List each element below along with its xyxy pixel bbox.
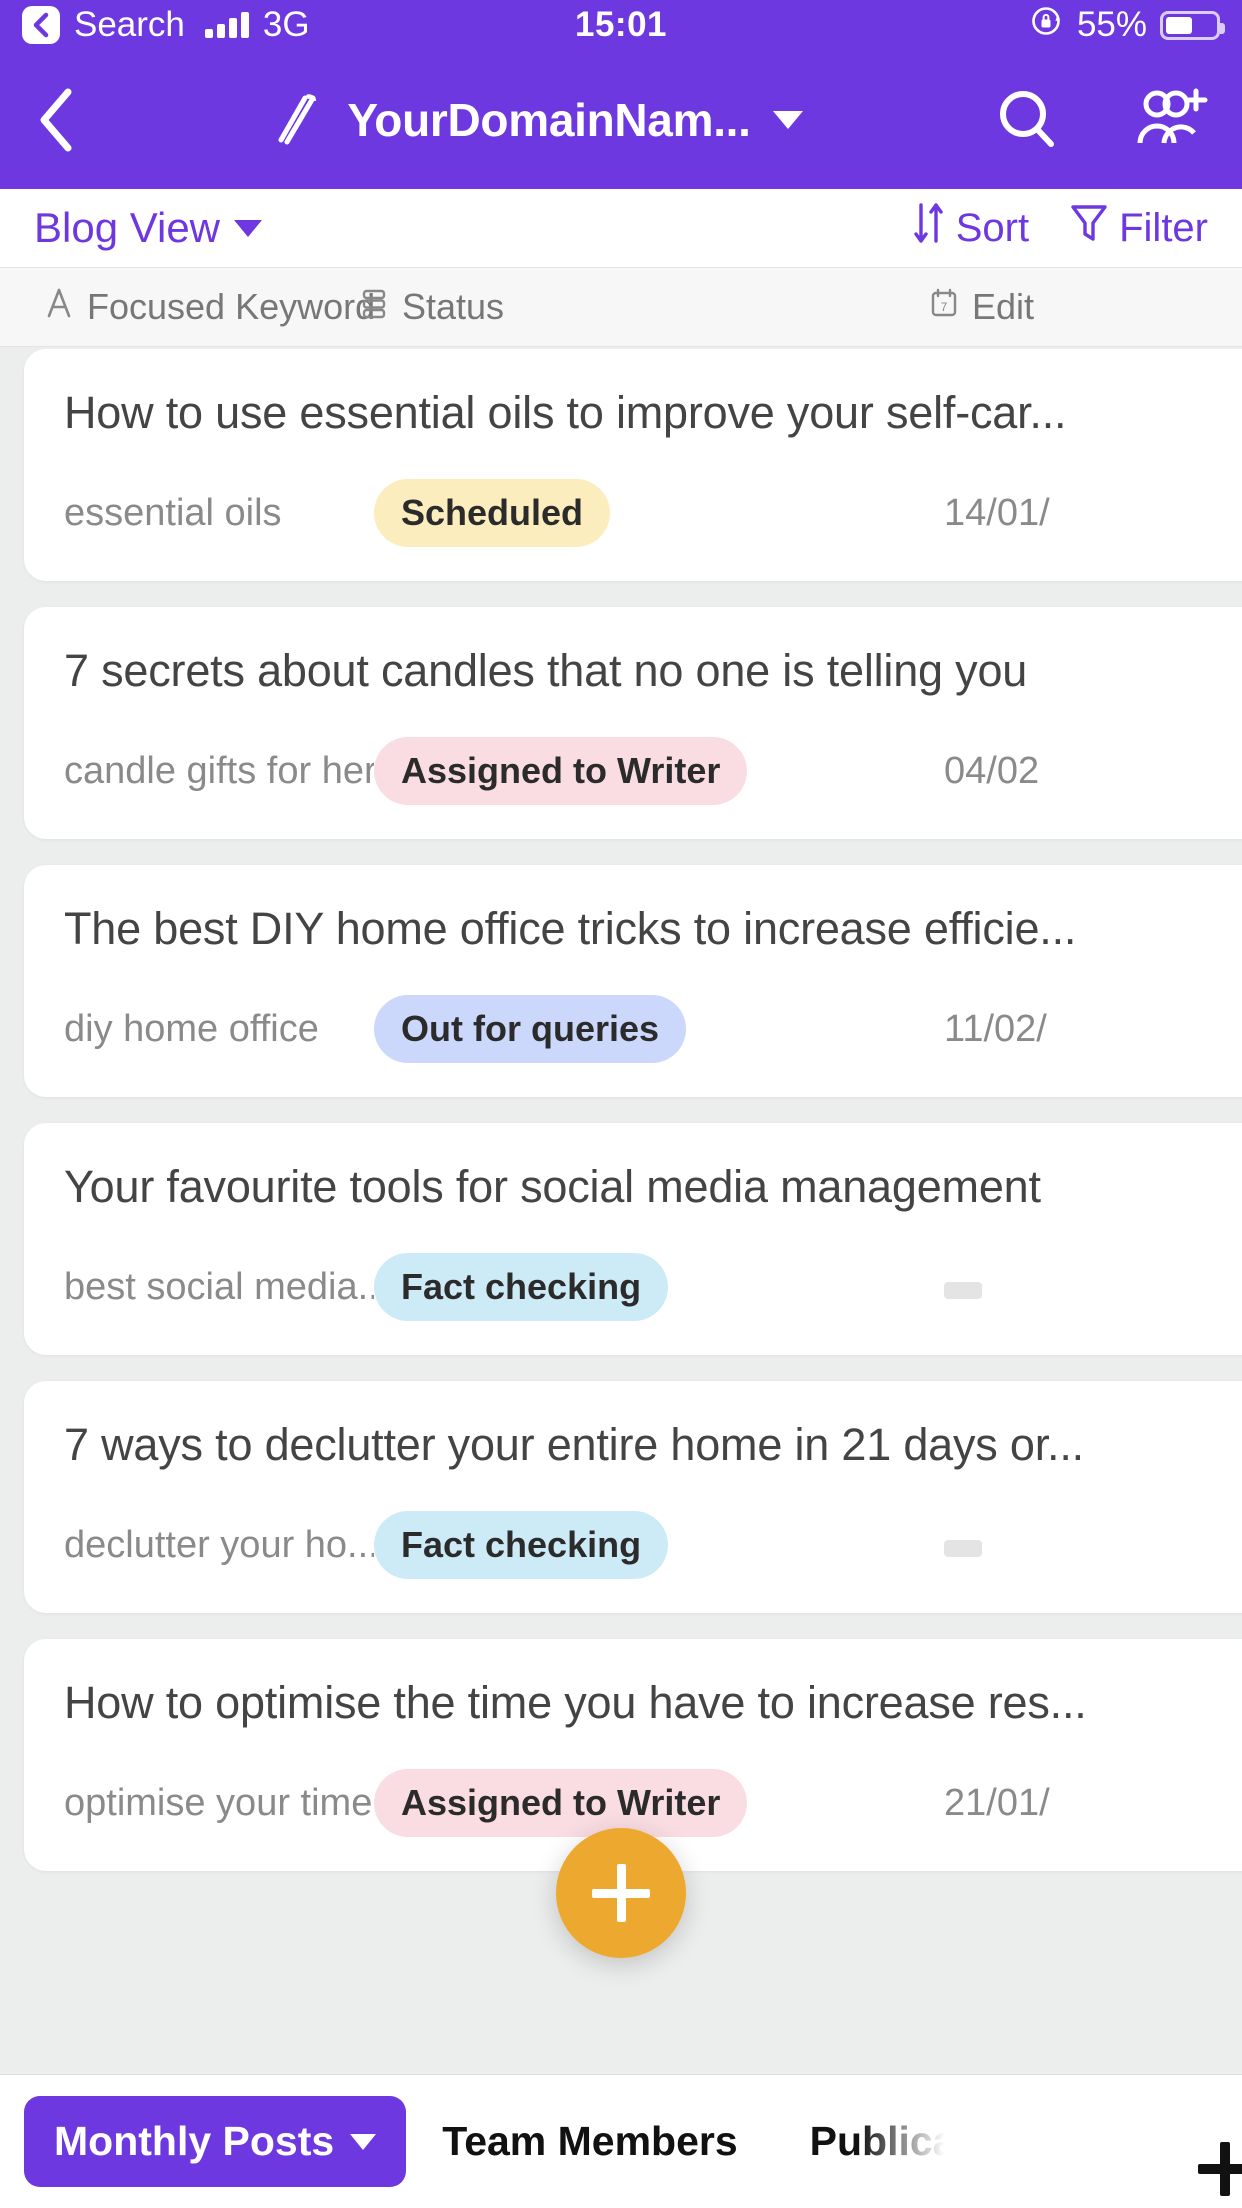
sort-label: Sort bbox=[955, 205, 1030, 250]
status-badge: Out for queries bbox=[374, 995, 687, 1063]
empty-date-placeholder bbox=[944, 1281, 982, 1299]
filter-icon bbox=[1069, 201, 1109, 255]
record-edit-date[interactable] bbox=[944, 1524, 982, 1567]
chevron-down-icon bbox=[234, 219, 263, 237]
record-meta-row: candle gifts for her Assigned to Writer 04… bbox=[64, 737, 1242, 805]
filter-label: Filter bbox=[1119, 205, 1208, 250]
workspace-title-group[interactable]: YourDomainNam... bbox=[80, 92, 996, 148]
tab-publications[interactable]: Publicat bbox=[774, 2118, 970, 2165]
status-bar-left: Search 3G bbox=[22, 5, 310, 45]
sort-button[interactable]: Sort bbox=[912, 201, 1029, 255]
rotation-lock-icon bbox=[1030, 4, 1064, 47]
record-status-cell[interactable]: Fact checking bbox=[374, 1253, 944, 1321]
chevron-down-icon[interactable] bbox=[772, 110, 803, 129]
svg-text:7: 7 bbox=[941, 300, 948, 314]
navigation-bar: YourDomainNam... bbox=[0, 50, 1242, 189]
view-toolbar: Blog View Sort Filter bbox=[0, 189, 1242, 267]
filter-button[interactable]: Filter bbox=[1069, 201, 1208, 255]
status-bar-back-label: Search bbox=[74, 5, 185, 44]
tab-team-members[interactable]: Team Members bbox=[406, 2118, 773, 2165]
select-list-icon bbox=[359, 286, 389, 329]
status-badge: Assigned to Writer bbox=[374, 1769, 748, 1837]
record-status-cell[interactable]: Assigned to Writer bbox=[374, 1769, 944, 1837]
bottom-tab-bar: Monthly Posts Team Members Publicat bbox=[0, 2074, 1242, 2208]
calendar-icon: 7 bbox=[929, 286, 959, 329]
record-card[interactable]: Your favourite tools for social media ma… bbox=[24, 1123, 1242, 1355]
record-meta-row: declutter your ho... Fact checking bbox=[64, 1511, 1242, 1579]
empty-date-placeholder bbox=[944, 1539, 982, 1557]
record-edit-date[interactable]: 11/02/ bbox=[944, 1008, 1047, 1051]
pencil-icon[interactable] bbox=[273, 92, 325, 148]
record-status-cell[interactable]: Assigned to Writer bbox=[374, 737, 944, 805]
tab-label: Publicat bbox=[809, 2118, 970, 2164]
chevron-down-icon bbox=[350, 2133, 377, 2150]
record-status-cell[interactable]: Out for queries bbox=[374, 995, 944, 1063]
record-title: Your favourite tools for social media ma… bbox=[64, 1161, 1041, 1212]
sort-icon bbox=[912, 201, 946, 255]
view-selector[interactable]: Blog View bbox=[34, 204, 263, 252]
record-title: The best DIY home office tricks to incre… bbox=[64, 903, 1077, 954]
chevron-left-icon[interactable] bbox=[22, 6, 60, 44]
record-edit-date[interactable]: 14/01/ bbox=[944, 492, 1050, 535]
record-focused-keyword[interactable]: diy home office bbox=[64, 1008, 374, 1051]
column-header-label: Focused Keyword bbox=[87, 286, 376, 327]
tab-label: Monthly Posts bbox=[54, 2118, 335, 2164]
record-edit-date[interactable]: 04/02 bbox=[944, 750, 1039, 793]
status-bar-battery-percent: 55% bbox=[1076, 5, 1147, 44]
record-card[interactable]: The best DIY home office tricks to incre… bbox=[24, 865, 1242, 1097]
record-focused-keyword[interactable]: best social media... bbox=[64, 1266, 374, 1309]
record-title: 7 ways to declutter your entire home in … bbox=[64, 1419, 1084, 1470]
record-focused-keyword[interactable]: optimise your time bbox=[64, 1782, 374, 1825]
record-meta-row: essential oils Scheduled 14/01/ bbox=[64, 479, 1242, 547]
status-badge: Fact checking bbox=[374, 1511, 669, 1579]
column-header-label: Status bbox=[402, 286, 505, 327]
add-user-icon[interactable] bbox=[1134, 87, 1208, 153]
record-focused-keyword[interactable]: essential oils bbox=[64, 492, 374, 535]
record-card[interactable]: 7 secrets about candles that no one is t… bbox=[24, 607, 1242, 839]
record-list[interactable]: How to use essential oils to improve you… bbox=[0, 349, 1242, 2074]
tab-label: Team Members bbox=[442, 2118, 738, 2164]
column-header-edit-date[interactable]: 7 Edit bbox=[929, 286, 1034, 329]
record-edit-date[interactable]: 21/01/ bbox=[944, 1782, 1050, 1825]
status-badge: Assigned to Writer bbox=[374, 737, 748, 805]
status-badge: Scheduled bbox=[374, 479, 611, 547]
record-card[interactable]: 7 ways to declutter your entire home in … bbox=[24, 1381, 1242, 1613]
column-header-label: Edit bbox=[972, 286, 1035, 327]
search-icon[interactable] bbox=[996, 88, 1058, 152]
record-focused-keyword[interactable]: candle gifts for her bbox=[64, 750, 374, 793]
toolbar-actions: Sort Filter bbox=[912, 201, 1208, 255]
status-bar-right: 55% bbox=[1030, 4, 1225, 47]
tab-monthly-posts[interactable]: Monthly Posts bbox=[24, 2096, 407, 2187]
status-bar-network: 3G bbox=[262, 5, 310, 44]
record-title: 7 secrets about candles that no one is t… bbox=[64, 645, 1028, 696]
status-badge: Fact checking bbox=[374, 1253, 669, 1321]
record-title: How to use essential oils to improve you… bbox=[64, 387, 1067, 438]
column-header-row: Focused Keyword Status 7 Edit bbox=[0, 267, 1242, 347]
column-header-focused-keyword[interactable]: Focused Keyword bbox=[44, 286, 375, 329]
back-button[interactable] bbox=[34, 86, 80, 154]
record-edit-date[interactable] bbox=[944, 1266, 982, 1309]
record-status-cell[interactable]: Scheduled bbox=[374, 479, 944, 547]
record-meta-row: best social media... Fact checking bbox=[64, 1253, 1242, 1321]
page-title: YourDomainNam... bbox=[347, 93, 751, 146]
record-status-cell[interactable]: Fact checking bbox=[374, 1511, 944, 1579]
add-record-fab[interactable] bbox=[556, 1828, 686, 1958]
record-meta-row: diy home office Out for queries 11/02/ bbox=[64, 995, 1242, 1063]
column-header-status[interactable]: Status bbox=[359, 286, 929, 329]
record-card[interactable]: How to use essential oils to improve you… bbox=[24, 349, 1242, 581]
record-meta-row: optimise your time Assigned to Writer 21/0… bbox=[64, 1769, 1242, 1837]
record-title: How to optimise the time you have to inc… bbox=[64, 1677, 1087, 1728]
cellular-bars-icon bbox=[204, 12, 249, 38]
record-focused-keyword[interactable]: declutter your ho... bbox=[64, 1524, 374, 1567]
status-bar: Search 3G 15:01 55% bbox=[0, 0, 1242, 50]
view-selector-label: Blog View bbox=[34, 204, 221, 251]
battery-icon bbox=[1160, 10, 1225, 40]
text-field-icon bbox=[44, 286, 74, 329]
